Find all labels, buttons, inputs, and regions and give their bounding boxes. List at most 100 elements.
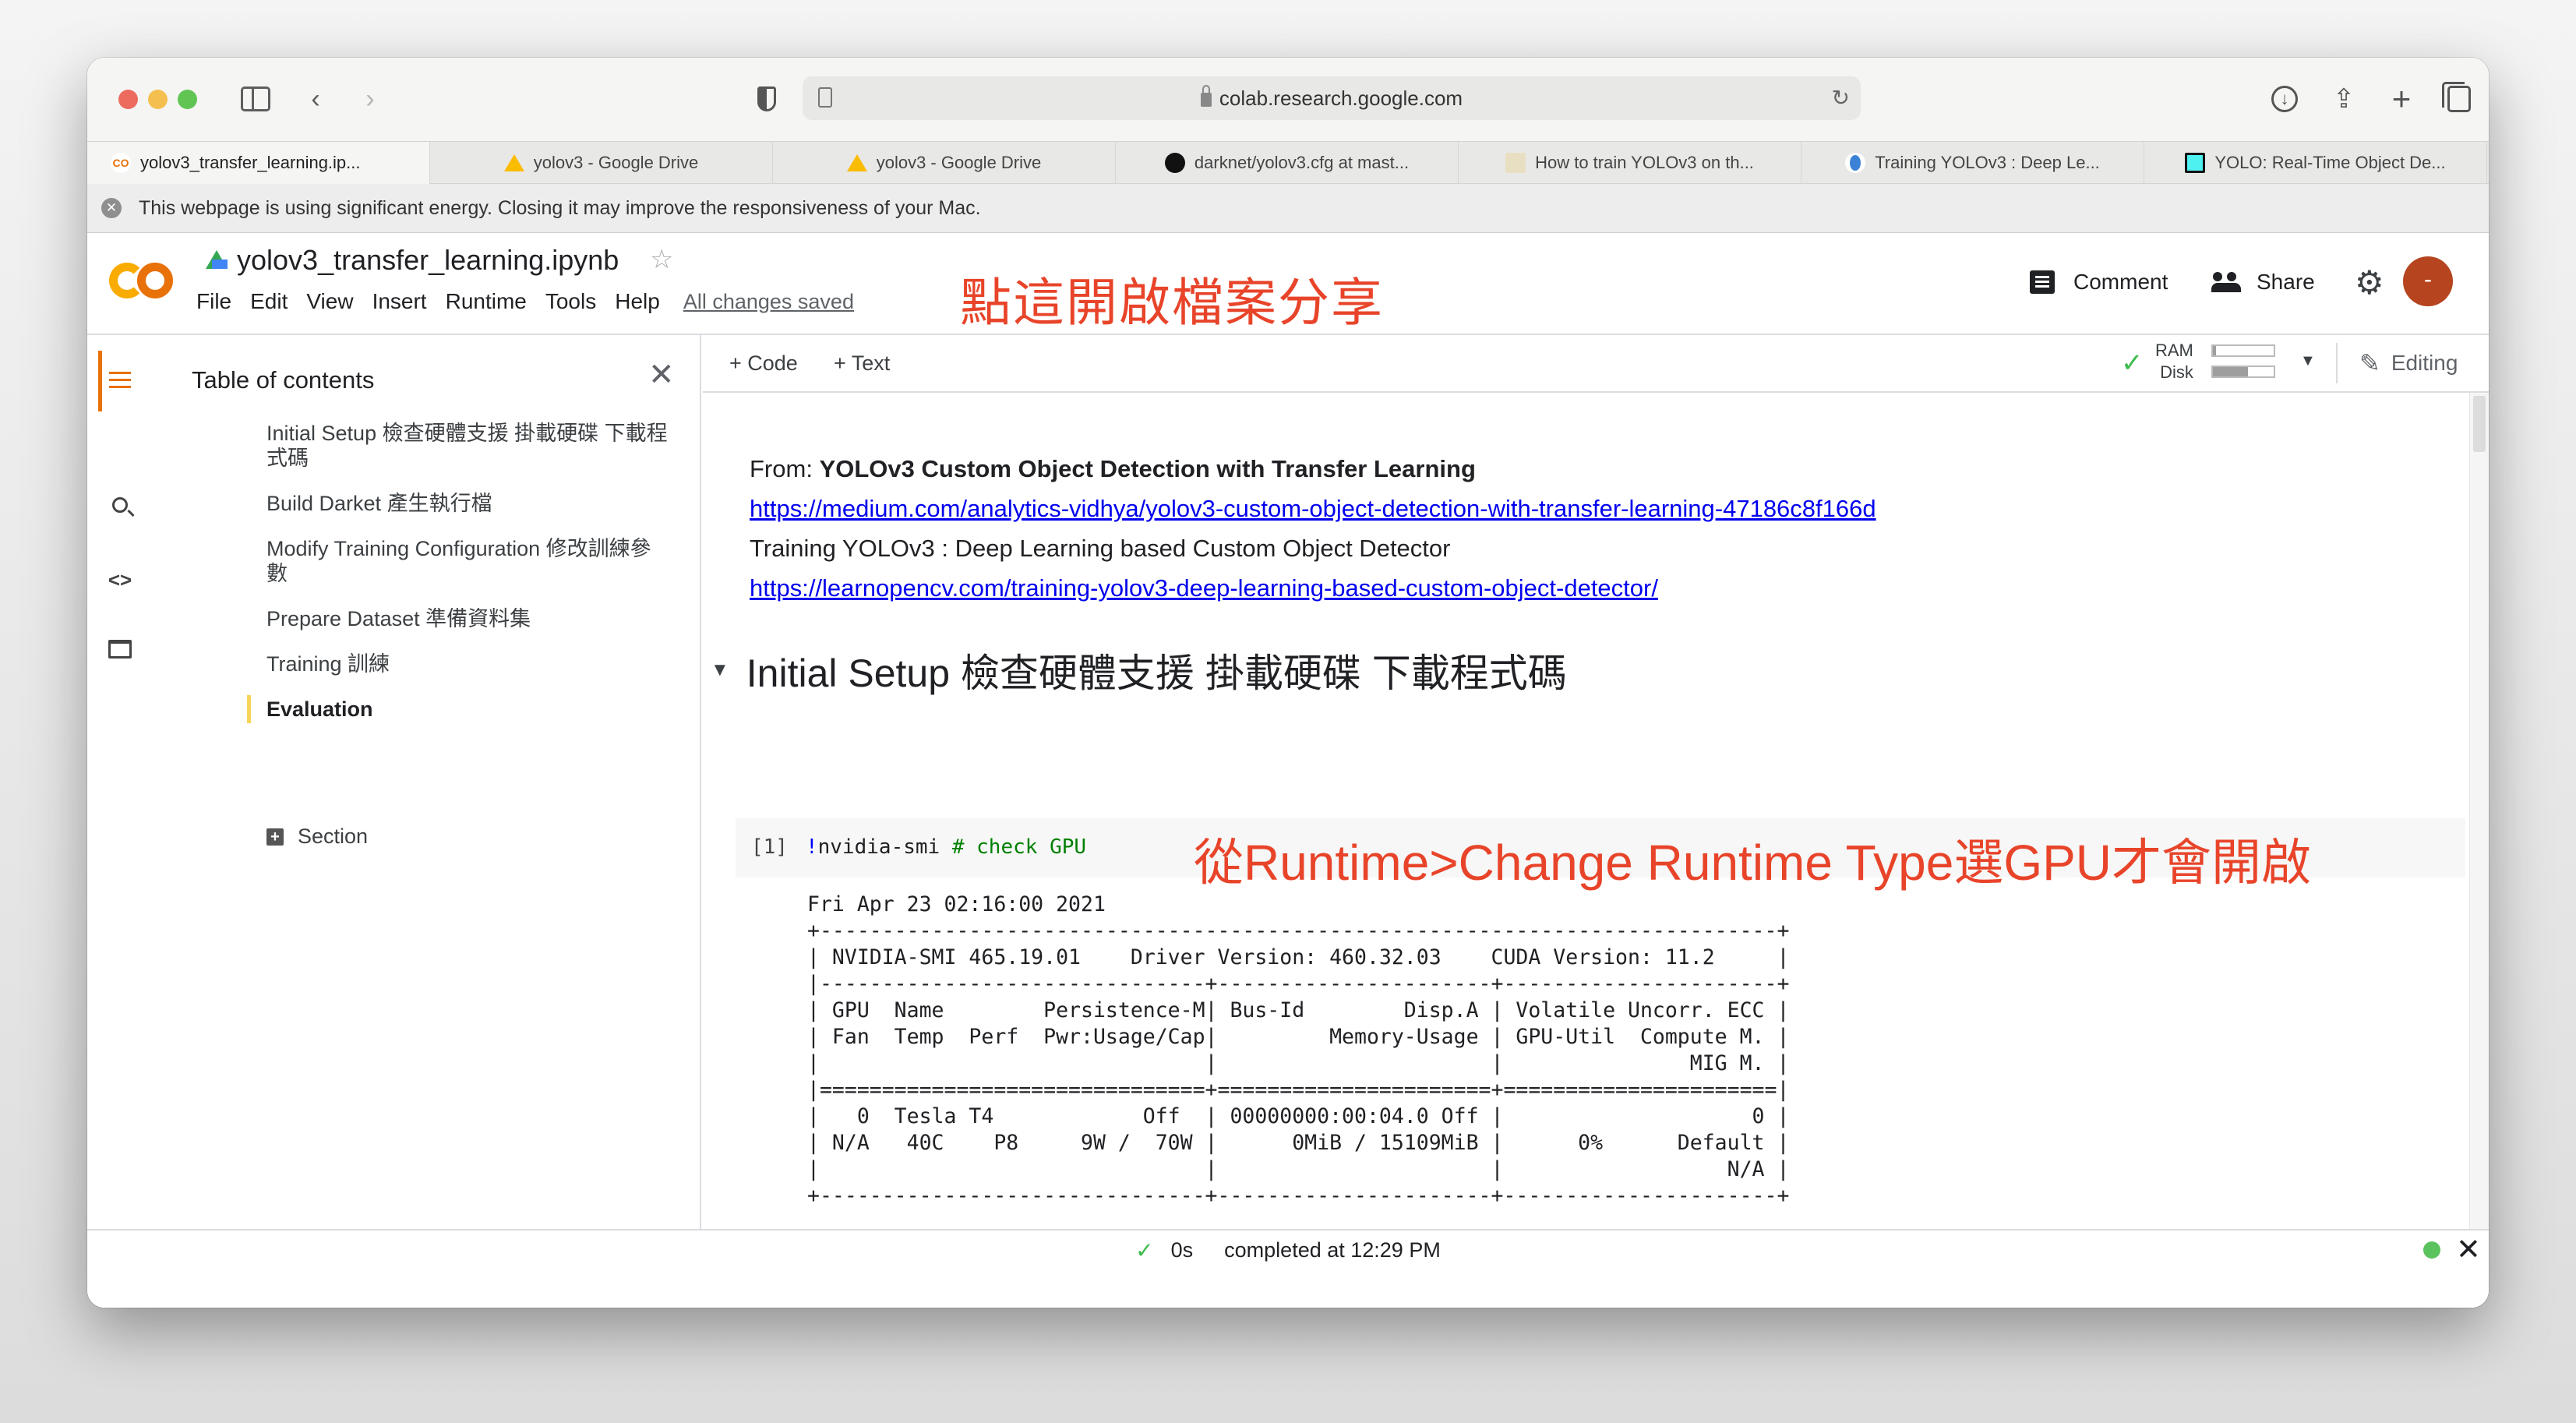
ram-meter [2211,344,2275,357]
yolo-icon [2185,153,2206,173]
table-of-contents-icon[interactable] [106,366,134,394]
tab-how-to-train[interactable]: How to train YOLOv3 on th... [1459,142,1801,184]
execution-duration: 0s [1170,1238,1194,1262]
downloads-icon[interactable]: ↓ [2269,81,2300,117]
code-snippets-icon[interactable]: <> [106,566,134,594]
tab-label: yolov3 - Google Drive [533,153,699,172]
menu-insert[interactable]: Insert [372,289,427,314]
scrollbar-thumb[interactable] [2473,396,2486,452]
toc-item-build-darknet[interactable]: Build Darket 產生執行檔 [142,491,700,516]
collapse-section-icon[interactable]: ▼ [711,659,729,681]
resources-dropdown-icon[interactable]: ▼ [2300,352,2316,370]
learnopencv-icon [1845,153,1866,173]
browser-window: ‹ › colab.research.google.com ↻ ↓ ⇪ + CO… [87,58,2489,1308]
learnopencv-title: Training YOLOv3 : Deep Learning based Cu… [750,535,1451,562]
sidebar-toggle-icon[interactable] [240,81,271,117]
toc-item-prepare-dataset[interactable]: Prepare Dataset 準備資料集 [142,606,700,631]
share-label: Share [2257,270,2315,294]
comment-label: Comment [2073,270,2168,294]
share-annotation: 點這開啟檔案分享 [960,274,1384,331]
from-label: From: [750,455,820,482]
toc-item-evaluation[interactable]: Evaluation [142,695,700,723]
browser-toolbar: ‹ › colab.research.google.com ↻ ↓ ⇪ + [87,58,2489,141]
tab-learnopencv[interactable]: Training YOLOv3 : Deep Le... [1801,142,2144,184]
minimize-window-button[interactable] [148,90,168,109]
gear-icon[interactable]: ⚙ [2355,263,2384,302]
close-icon[interactable]: ✕ [648,357,675,393]
add-section-button[interactable]: + Section [266,824,368,849]
toc-panel: Table of contents ✕ Initial Setup 檢查硬體支援… [142,335,701,1229]
resource-labels[interactable]: RAM Disk [2155,340,2193,383]
colab-icon: CO [111,153,131,173]
section-heading: ▼ Initial Setup 檢查硬體支援 掛載硬碟 下載程式碼 [711,642,1567,698]
back-icon[interactable]: ‹ [304,81,327,117]
disk-meter-fill [2213,367,2249,376]
google-drive-icon [503,154,524,171]
menu-tools[interactable]: Tools [545,289,596,314]
editing-mode-button[interactable]: ✎ Editing [2359,335,2458,391]
menu-runtime[interactable]: Runtime [446,289,527,314]
search-icon[interactable] [106,491,134,519]
tab-bar: CO yolov3_transfer_learning.ip... yolov3… [87,141,2489,184]
github-icon [1164,153,1185,173]
check-icon: ✓ [1135,1238,1154,1262]
energy-warning-banner: ✕ This webpage is using significant ener… [87,184,2489,233]
tab-label: yolov3 - Google Drive [876,153,1042,172]
toc-item-initial-setup[interactable]: Initial Setup 檢查硬體支援 掛載硬碟 下載程式碼 [142,421,700,471]
tab-colab-notebook[interactable]: CO yolov3_transfer_learning.ip... [87,142,430,184]
privacy-shield-icon[interactable] [751,81,782,117]
intro-text-cell[interactable]: From: YOLOv3 Custom Object Detection wit… [750,449,1876,608]
medium-link[interactable]: https://medium.com/analytics-vidhya/yolo… [750,495,1876,522]
add-text-button[interactable]: + Text [834,335,890,391]
menu-file[interactable]: File [196,289,231,314]
tab-overview-icon[interactable] [2442,81,2475,117]
comment-button[interactable]: Comment [2030,263,2168,302]
avatar[interactable]: - [2403,256,2453,306]
code-command: nvidia-smi [817,835,952,859]
share-sheet-icon[interactable]: ⇪ [2328,81,2359,117]
close-icon[interactable]: ✕ [2456,1232,2481,1267]
star-icon[interactable]: ☆ [650,244,673,275]
connected-check-icon: ✓ [2121,348,2144,378]
zoom-window-button[interactable] [178,90,197,109]
code-cell[interactable]: [1] !nvidia-smi # check GPU 從Runtime>Cha… [736,818,2465,891]
forward-icon[interactable]: › [358,81,382,117]
tab-google-drive-2[interactable]: yolov3 - Google Drive [773,142,1116,184]
people-icon [2211,272,2241,292]
notebook-title[interactable]: yolov3_transfer_learning.ipynb [237,244,619,277]
share-button[interactable]: Share [2211,263,2315,302]
menu-bar: File Edit View Insert Runtime Tools Help… [196,289,854,314]
toc-item-modify-config[interactable]: Modify Training Configuration 修改訓練參數 [142,536,700,586]
tab-label: Training YOLOv3 : Deep Le... [1875,153,2100,172]
execution-count[interactable]: [1] [751,835,788,859]
add-section-label: Section [298,824,369,848]
execution-status[interactable]: ✓ 0s completed at 12:29 PM [87,1231,2489,1269]
disk-label: Disk [2160,362,2193,382]
save-status-link[interactable]: All changes saved [683,290,854,314]
connection-status-dot [2423,1241,2440,1259]
resource-meters[interactable] [2211,344,2275,387]
tab-google-drive-1[interactable]: yolov3 - Google Drive [430,142,773,184]
menu-edit[interactable]: Edit [250,289,288,314]
tab-yolo[interactable]: YOLO: Real-Time Object De... [2144,142,2487,184]
notebook-content: From: YOLOv3 Custom Object Detection wit… [703,393,2489,1229]
learnopencv-link[interactable]: https://learnopencv.com/training-yolov3-… [750,574,1658,602]
reload-icon[interactable]: ↻ [1832,76,1850,120]
notebook-scrollbar[interactable] [2469,393,2489,1229]
tab-github[interactable]: darknet/yolov3.cfg at mast... [1116,142,1459,184]
code-editor[interactable]: !nvidia-smi # check GPU [806,835,1086,859]
banner-close-icon[interactable]: ✕ [101,198,122,218]
colab-logo[interactable] [109,258,176,305]
toc-item-training[interactable]: Training 訓練 [142,651,700,676]
menu-help[interactable]: Help [615,289,660,314]
new-tab-icon[interactable]: + [2386,80,2417,117]
close-window-button[interactable] [118,90,138,109]
status-bar: ✓ 0s completed at 12:29 PM ✕ [87,1229,2489,1308]
add-code-button[interactable]: + Code [729,335,798,391]
google-drive-icon[interactable] [206,250,228,269]
ram-meter-fill [2213,346,2216,355]
code-bang: ! [806,835,818,859]
menu-view[interactable]: View [306,289,353,314]
folder-icon[interactable] [106,635,134,663]
address-bar[interactable]: colab.research.google.com ↻ [803,76,1861,120]
